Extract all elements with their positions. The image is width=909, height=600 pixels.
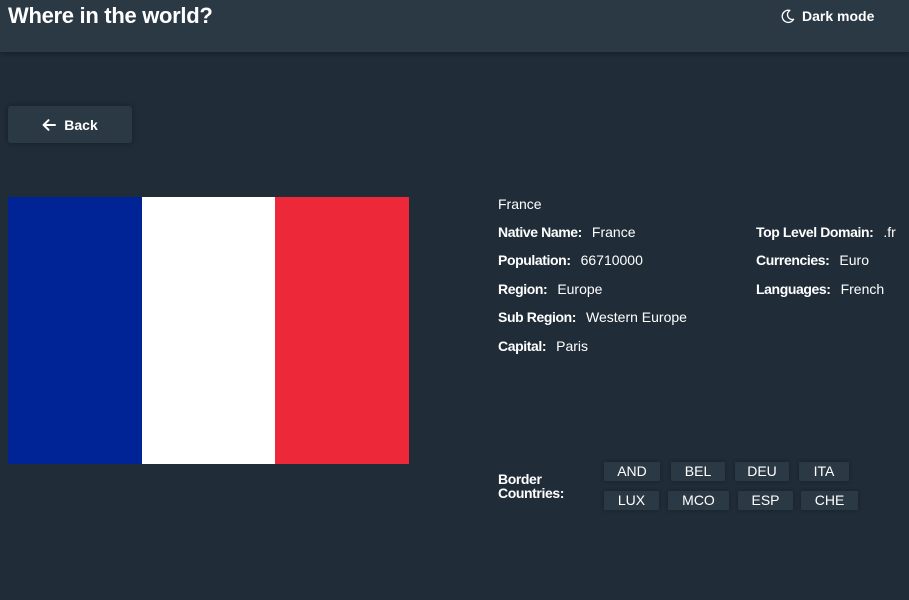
currencies-row: Currencies: Euro xyxy=(756,251,869,269)
country-name: France xyxy=(498,196,542,212)
moon-icon xyxy=(780,9,795,24)
sub-region-label: Sub Region: xyxy=(498,309,577,325)
native-name-row: Native Name: France xyxy=(498,223,635,241)
dark-mode-label: Dark mode xyxy=(802,8,875,24)
back-button-label: Back xyxy=(64,116,98,133)
app-title: Where in the world? xyxy=(8,3,213,28)
dark-mode-toggle[interactable]: Dark mode xyxy=(780,6,874,26)
sub-region-value: Western Europe xyxy=(586,309,687,325)
top-level-domain-row: Top Level Domain: .fr xyxy=(756,223,896,241)
flag-stripe-white xyxy=(141,197,276,464)
back-button[interactable]: Back xyxy=(8,106,132,143)
sub-region-row: Sub Region: Western Europe xyxy=(498,308,687,326)
region-label: Region: xyxy=(498,281,548,297)
border-country-tag[interactable]: AND xyxy=(604,462,660,481)
top-level-domain-value: .fr xyxy=(883,224,896,240)
region-value: Europe xyxy=(557,281,603,297)
flag-stripe-red xyxy=(275,197,410,464)
languages-row: Languages: French xyxy=(756,280,884,298)
languages-value: French xyxy=(840,281,885,297)
native-name-label: Native Name: xyxy=(498,224,582,240)
capital-row: Capital: Paris xyxy=(498,337,588,355)
population-row: Population: 66710000 xyxy=(498,251,643,269)
top-level-domain-label: Top Level Domain: xyxy=(756,224,874,240)
capital-label: Capital: xyxy=(498,338,547,354)
border-country-tag[interactable]: LUX xyxy=(604,491,659,510)
border-country-tag[interactable]: ITA xyxy=(799,462,849,481)
border-country-tag[interactable]: MCO xyxy=(668,491,729,510)
languages-label: Languages: xyxy=(756,281,831,297)
top-bar: Where in the world? Dark mode xyxy=(0,0,909,52)
border-country-tag[interactable]: ESP xyxy=(738,491,793,510)
border-country-tag[interactable]: DEU xyxy=(735,462,789,481)
currencies-label: Currencies: xyxy=(756,252,830,268)
border-country-tag[interactable]: BEL xyxy=(671,462,725,481)
region-row: Region: Europe xyxy=(498,280,602,298)
capital-value: Paris xyxy=(556,338,589,354)
currencies-value: Euro xyxy=(839,252,869,268)
population-value: 66710000 xyxy=(580,252,643,268)
flag-stripe-blue xyxy=(8,197,142,464)
border-countries-label: Border Countries: xyxy=(498,471,565,501)
population-label: Population: xyxy=(498,252,571,268)
native-name-value: France xyxy=(591,224,636,240)
border-country-tag[interactable]: CHE xyxy=(801,491,858,510)
country-flag xyxy=(8,197,410,464)
arrow-left-icon xyxy=(42,118,57,131)
